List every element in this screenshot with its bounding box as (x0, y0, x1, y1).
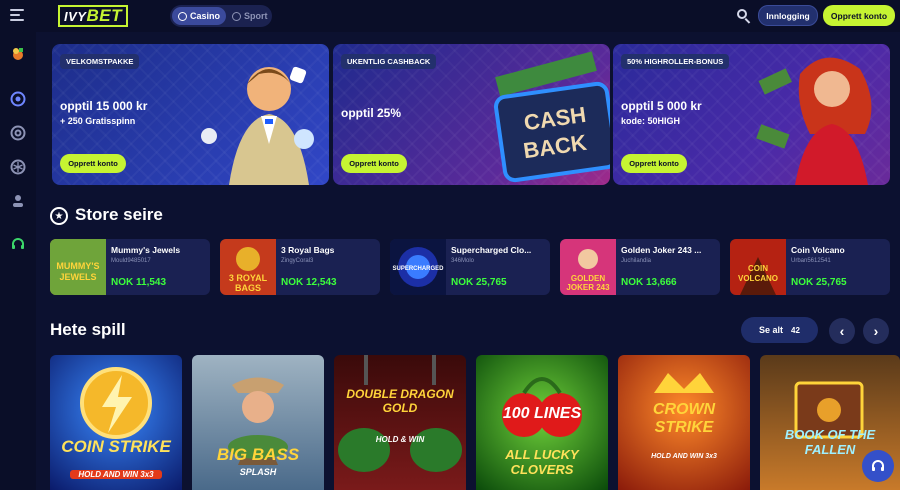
game-subtitle: HOLD & WIN (375, 435, 425, 444)
win-game-name: 3 Royal Bags (281, 245, 335, 255)
headset-icon[interactable] (8, 234, 28, 254)
promo-signup-button[interactable]: Opprett konto (60, 154, 126, 173)
promo-subline: kode: 50HIGH (621, 116, 681, 126)
support-chat-button[interactable] (862, 450, 894, 482)
signup-button[interactable]: Opprett konto (823, 5, 895, 26)
promo-art-cashback: CASH BACK (493, 51, 610, 183)
promo-signup-button[interactable]: Opprett konto (341, 154, 407, 173)
svg-text:JOKER 243: JOKER 243 (566, 283, 610, 292)
live-casino-icon[interactable] (8, 123, 28, 143)
svg-text:JEWELS: JEWELS (59, 272, 96, 282)
game-title: 100 LINES (502, 405, 582, 422)
svg-text:3 ROYAL: 3 ROYAL (229, 273, 268, 283)
search-icon[interactable] (736, 8, 752, 24)
tab-casino-label: Casino (190, 11, 221, 21)
big-win-card[interactable]: COIN VOLCANO Coin Volcano Urban5612541 NO… (730, 239, 890, 295)
casino-chip-icon[interactable] (8, 89, 28, 109)
svg-text:GOLDEN: GOLDEN (571, 274, 605, 283)
game-tile-crown-strike[interactable]: CROWN STRIKE HOLD AND WIN 3x3 (618, 355, 750, 490)
soccer-ball-icon (232, 11, 242, 21)
game-subtitle: HOLD AND WIN 3x3 (70, 470, 162, 479)
headset-icon (872, 460, 884, 471)
promo-headline: opptil 5 000 kr (621, 99, 702, 113)
promo-signup-button[interactable]: Opprett konto (621, 154, 687, 173)
dragon-art (338, 355, 462, 472)
section-title-hot-games: Hete spill (50, 320, 126, 339)
game-title: COIN STRIKE (61, 437, 171, 456)
svg-text:SUPERCHARGED: SUPERCHARGED (392, 266, 444, 272)
logo-part1: IVY (64, 8, 87, 24)
svg-text:VOLCANO: VOLCANO (738, 274, 778, 283)
game-tile-big-bass[interactable]: BIG BASS SPLASH (192, 355, 324, 490)
casino-icon (178, 11, 187, 21)
game-thumbnail: GOLDEN JOKER 243 (560, 239, 616, 295)
svg-text:MUMMY'S: MUMMY'S (56, 261, 99, 271)
game-subtitle: HOLD AND WIN 3x3 (651, 453, 717, 460)
game-count: 42 (791, 325, 800, 335)
promo-art-lady (756, 57, 872, 185)
win-username: ZingyCoral3 (281, 258, 314, 264)
win-username: Urban5612541 (791, 258, 831, 264)
big-win-card[interactable]: MUMMY'S JEWELS Mummy's Jewels Mould948501… (50, 239, 210, 295)
star-icon: ★ (50, 207, 68, 225)
next-arrow-icon[interactable]: › (863, 318, 889, 344)
promo-tag: 50% HIGHROLLER-BONUS (621, 54, 730, 69)
tab-casino[interactable]: Casino (172, 7, 227, 25)
menu-icon[interactable] (10, 9, 24, 21)
game-title: CROWN STRIKE (652, 401, 716, 436)
see-all-button[interactable]: Se alt 42 (741, 317, 818, 343)
win-amount: NOK 12,543 (281, 277, 337, 288)
prev-arrow-icon[interactable]: ‹ (829, 318, 855, 344)
game-thumbnail: SUPERCHARGED (390, 239, 446, 295)
section-title-big-wins: Store seire (75, 205, 163, 224)
promo-subline: + 250 Gratisspinn (60, 116, 136, 126)
win-amount: NOK 13,666 (621, 277, 677, 288)
tab-sport-label: Sport (244, 11, 268, 21)
logo[interactable]: IVY BET (58, 5, 128, 27)
logo-part2: BET (86, 6, 122, 25)
game-thumbnail: 3 ROYAL BAGS (220, 239, 276, 295)
game-tile-double-dragon[interactable]: DOUBLE DRAGON GOLD HOLD & WIN (334, 355, 466, 490)
win-amount: NOK 11,543 (111, 277, 167, 288)
big-win-card[interactable]: SUPERCHARGED Supercharged Clo... 346Molo… (390, 239, 550, 295)
promo-headline: opptil 15 000 kr (60, 99, 148, 113)
promo-banner-highroller[interactable]: 50% HIGHROLLER-BONUS opptil 5 000 kr kod… (613, 44, 890, 185)
promo-tag: VELKOMSTPAKKE (60, 54, 140, 69)
tab-sport[interactable]: Sport (226, 7, 274, 25)
win-game-name: Golden Joker 243 ... (621, 245, 702, 255)
game-tile-coin-strike[interactable]: COIN STRIKE HOLD AND WIN 3x3 (50, 355, 182, 490)
win-game-name: Coin Volcano (791, 245, 845, 255)
promo-headline: opptil 25% (341, 106, 402, 120)
big-win-card[interactable]: GOLDEN JOKER 243 Golden Joker 243 ... Juc… (560, 239, 720, 295)
game-subtitle: SPLASH (239, 467, 277, 477)
game-subtitle: ALL LUCKY CLOVERS (505, 447, 579, 477)
win-game-name: Mummy's Jewels (111, 245, 181, 255)
game-thumbnail: COIN VOLCANO (730, 239, 786, 295)
win-amount: NOK 25,765 (791, 277, 847, 288)
game-title: DOUBLE DRAGON GOLD (346, 387, 454, 415)
sidebar (0, 32, 36, 490)
game-thumbnail: MUMMY'S JEWELS (50, 239, 106, 295)
login-button[interactable]: Innlogging (758, 5, 818, 26)
big-win-card[interactable]: 3 ROYAL BAGS 3 Royal Bags ZingyCoral3 NOK… (220, 239, 380, 295)
game-title: BIG BASS (216, 445, 300, 464)
top-bar: IVY BET Casino Sport Innlogging Opprett … (0, 0, 900, 32)
promo-art-host (201, 66, 314, 185)
profile-icon[interactable] (8, 191, 28, 211)
win-username: Mould9485017 (111, 258, 151, 264)
promo-banner-welcome[interactable]: VELKOMSTPAKKE opptil 15 000 kr + 250 Gra… (52, 44, 329, 185)
svg-text:COIN: COIN (748, 264, 768, 273)
promo-tag: UKENTLIG CASHBACK (341, 54, 437, 69)
win-username: 346Molo (451, 258, 475, 264)
game-tile-100-lines[interactable]: 100 LINES ALL LUCKY CLOVERS (476, 355, 608, 490)
see-all-label: Se alt (759, 325, 784, 335)
promo-banner-cashback[interactable]: CASH BACK UKENTLIG CASHBACK opptil 25% O… (333, 44, 610, 185)
win-game-name: Supercharged Clo... (451, 245, 532, 255)
win-username: Juchilandia (621, 258, 652, 264)
promo-icon[interactable] (8, 44, 28, 64)
casino-sport-switch: Casino Sport (170, 5, 272, 27)
soccer-ball-icon[interactable] (8, 157, 28, 177)
svg-text:BAGS: BAGS (235, 283, 261, 293)
win-amount: NOK 25,765 (451, 277, 507, 288)
